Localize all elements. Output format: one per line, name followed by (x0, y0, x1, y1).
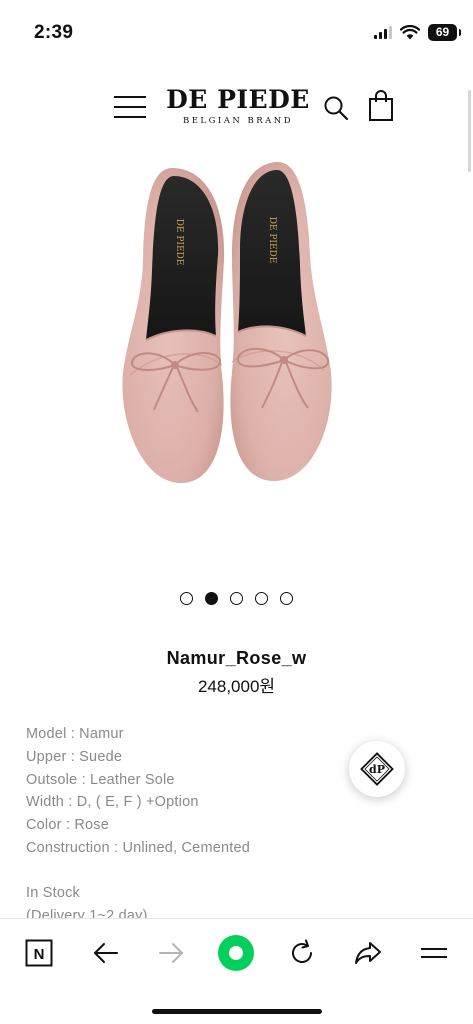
spec-upper: Upper : Suede (26, 748, 123, 765)
left-insole-logo: DE PIEDE (174, 219, 184, 266)
carousel-dot[interactable] (205, 592, 218, 605)
product-specs: Model : Namur Upper : Suede Outsole : Le… (26, 723, 250, 860)
cellular-signal-icon (374, 26, 392, 39)
browser-toolbar: N (0, 918, 473, 1024)
spec-color: Color : Rose (26, 817, 109, 834)
carousel-dot[interactable] (230, 592, 243, 605)
naver-n-icon: N (25, 939, 53, 967)
scroll-indicator (468, 90, 471, 172)
product-image[interactable]: DE PIEDE DE PIEDE (110, 150, 360, 495)
green-dot-button[interactable] (216, 933, 256, 973)
brand-badge-button[interactable]: dP (349, 741, 405, 797)
badge-text: dP (369, 763, 385, 776)
share-button[interactable] (348, 933, 388, 973)
forward-button[interactable] (151, 933, 191, 973)
reload-icon (292, 939, 312, 963)
green-dot-icon (218, 935, 254, 971)
arrow-right-icon (159, 943, 183, 963)
product-price: 248,000원 (197, 677, 276, 696)
spec-construction: Construction : Unlined, Cemented (26, 839, 251, 856)
hamburger-icon (421, 948, 447, 958)
wifi-icon (400, 25, 420, 40)
carousel-dot[interactable] (180, 592, 193, 605)
back-button[interactable] (86, 933, 126, 973)
naver-n-label: N (34, 946, 45, 963)
hamburger-menu-button[interactable] (112, 94, 148, 120)
reload-button[interactable] (282, 933, 322, 973)
share-arrow-icon (355, 942, 381, 964)
carousel-dot[interactable] (280, 592, 293, 605)
site-header: DE PIEDE BELGIAN BRAND (0, 78, 473, 138)
logo-main-text: DE PIEDE (166, 85, 310, 114)
battery-icon: 69 (428, 24, 461, 41)
spec-model: Model : Namur (26, 726, 124, 742)
home-indicator (152, 1009, 322, 1014)
carousel-dot[interactable] (255, 592, 268, 605)
search-icon (324, 96, 349, 121)
status-icons: 69 (374, 24, 461, 41)
status-time: 2:39 (34, 22, 74, 43)
brand-diamond-icon: dP (360, 752, 394, 786)
stock-status: In Stock (26, 885, 80, 901)
right-insole-logo: DE PIEDE (267, 217, 277, 264)
shopping-bag-button[interactable] (366, 90, 396, 122)
status-bar: 2:39 69 (0, 0, 473, 64)
search-button[interactable] (322, 94, 350, 122)
brand-logo[interactable]: DE PIEDE BELGIAN BRAND (164, 85, 312, 127)
loafers-illustration: DE PIEDE DE PIEDE (122, 162, 332, 484)
menu-button[interactable] (414, 933, 454, 973)
spec-outsole: Outsole : Leather Sole (26, 771, 175, 788)
image-carousel-dots (0, 592, 473, 605)
naver-home-button[interactable]: N (19, 933, 59, 973)
logo-sub-text: BELGIAN BRAND (182, 116, 294, 126)
shopping-bag-icon (369, 90, 393, 121)
arrow-left-icon (94, 943, 118, 963)
product-name: Namur_Rose_w (166, 648, 307, 668)
spec-width: Width : D, ( E, F ) +Option (26, 794, 199, 811)
